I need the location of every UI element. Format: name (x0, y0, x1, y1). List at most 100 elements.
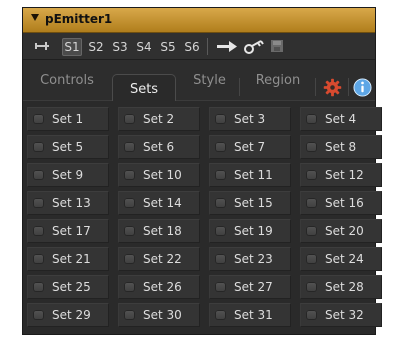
set-label: Set 4 (325, 112, 357, 126)
set-checkbox[interactable] (124, 198, 135, 208)
set-item-28[interactable]: Set 28 (300, 275, 382, 299)
set-item-6[interactable]: Set 6 (118, 135, 200, 159)
set-item-7[interactable]: Set 7 (209, 135, 291, 159)
set-checkbox[interactable] (33, 142, 44, 152)
set-item-26[interactable]: Set 26 (118, 275, 200, 299)
set-checkbox-grid: Set 1 Set 2 Set 3 Set 4 Set 5 Set 6 Set … (27, 107, 382, 330)
set-checkbox[interactable] (124, 114, 135, 124)
set-label: Set 30 (143, 308, 182, 322)
set-item-9[interactable]: Set 9 (27, 163, 109, 187)
arrow-right-icon[interactable] (216, 39, 238, 54)
set-checkbox[interactable] (215, 282, 226, 292)
pin-icon[interactable] (34, 41, 50, 51)
set-checkbox[interactable] (215, 254, 226, 264)
set-label: Set 15 (234, 196, 273, 210)
set-checkbox[interactable] (215, 170, 226, 180)
set-item-16[interactable]: Set 16 (300, 191, 382, 215)
set-checkbox[interactable] (124, 226, 135, 236)
panel-title-bar[interactable]: pEmitter1 (23, 8, 375, 33)
info-icon[interactable] (353, 78, 372, 97)
set-item-24[interactable]: Set 24 (300, 247, 382, 271)
set-item-3[interactable]: Set 3 (209, 107, 291, 131)
set-checkbox[interactable] (124, 142, 135, 152)
set-checkbox[interactable] (215, 310, 226, 320)
set-label: Set 31 (234, 308, 273, 322)
set-checkbox[interactable] (215, 114, 226, 124)
set-tab-s2[interactable]: S2 (86, 38, 106, 56)
set-checkbox[interactable] (215, 198, 226, 208)
set-item-12[interactable]: Set 12 (300, 163, 382, 187)
set-tab-s3[interactable]: S3 (110, 38, 130, 56)
set-checkbox[interactable] (306, 310, 317, 320)
set-item-27[interactable]: Set 27 (209, 275, 291, 299)
set-item-10[interactable]: Set 10 (118, 163, 200, 187)
set-checkbox[interactable] (33, 254, 44, 264)
tab-region[interactable]: Region (249, 70, 307, 92)
set-checkbox[interactable] (33, 310, 44, 320)
set-checkbox[interactable] (306, 142, 317, 152)
set-item-2[interactable]: Set 2 (118, 107, 200, 131)
set-checkbox[interactable] (124, 254, 135, 264)
tab-style[interactable]: Style (187, 70, 232, 92)
set-tab-s4[interactable]: S4 (134, 38, 154, 56)
set-item-22[interactable]: Set 22 (118, 247, 200, 271)
set-item-25[interactable]: Set 25 (27, 275, 109, 299)
set-item-31[interactable]: Set 31 (209, 303, 291, 327)
set-item-21[interactable]: Set 21 (27, 247, 109, 271)
set-label: Set 20 (325, 224, 364, 238)
set-tab-s5[interactable]: S5 (158, 38, 178, 56)
set-item-32[interactable]: Set 32 (300, 303, 382, 327)
set-checkbox[interactable] (306, 170, 317, 180)
set-item-13[interactable]: Set 13 (27, 191, 109, 215)
set-checkbox[interactable] (306, 114, 317, 124)
set-label: Set 3 (234, 112, 266, 126)
set-tab-s1[interactable]: S1 (62, 38, 82, 56)
collapse-triangle-icon[interactable] (31, 14, 39, 21)
set-checkbox[interactable] (33, 198, 44, 208)
set-checkbox[interactable] (124, 310, 135, 320)
set-item-18[interactable]: Set 18 (118, 219, 200, 243)
tab-controls[interactable]: Controls (33, 70, 101, 92)
set-checkbox[interactable] (33, 114, 44, 124)
set-label: Set 23 (234, 252, 273, 266)
set-label: Set 25 (52, 280, 91, 294)
set-label: Set 21 (52, 252, 91, 266)
set-item-11[interactable]: Set 11 (209, 163, 291, 187)
set-label: Set 29 (52, 308, 91, 322)
set-checkbox[interactable] (33, 226, 44, 236)
set-item-19[interactable]: Set 19 (209, 219, 291, 243)
set-label: Set 24 (325, 252, 364, 266)
set-checkbox[interactable] (215, 226, 226, 236)
set-checkbox[interactable] (306, 282, 317, 292)
set-item-5[interactable]: Set 5 (27, 135, 109, 159)
set-label: Set 18 (143, 224, 182, 238)
tab-sets[interactable]: Sets (112, 74, 176, 101)
gear-icon[interactable] (323, 78, 342, 97)
panel-title: pEmitter1 (45, 12, 113, 26)
set-checkbox[interactable] (33, 170, 44, 180)
set-checkbox[interactable] (306, 198, 317, 208)
set-label: Set 14 (143, 196, 182, 210)
set-label: Set 22 (143, 252, 182, 266)
set-item-15[interactable]: Set 15 (209, 191, 291, 215)
set-checkbox[interactable] (124, 282, 135, 292)
set-checkbox[interactable] (33, 282, 44, 292)
set-checkbox[interactable] (306, 226, 317, 236)
key-icon[interactable] (243, 39, 265, 55)
set-item-20[interactable]: Set 20 (300, 219, 382, 243)
set-item-23[interactable]: Set 23 (209, 247, 291, 271)
set-item-17[interactable]: Set 17 (27, 219, 109, 243)
set-item-29[interactable]: Set 29 (27, 303, 109, 327)
set-item-4[interactable]: Set 4 (300, 107, 382, 131)
set-item-1[interactable]: Set 1 (27, 107, 109, 131)
set-checkbox[interactable] (306, 254, 317, 264)
set-label: Set 9 (52, 168, 84, 182)
set-item-30[interactable]: Set 30 (118, 303, 200, 327)
save-icon[interactable] (270, 39, 284, 53)
set-item-8[interactable]: Set 8 (300, 135, 382, 159)
set-checkbox[interactable] (215, 142, 226, 152)
set-item-14[interactable]: Set 14 (118, 191, 200, 215)
set-checkbox[interactable] (124, 170, 135, 180)
set-label: Set 1 (52, 112, 84, 126)
set-tab-s6[interactable]: S6 (182, 38, 202, 56)
